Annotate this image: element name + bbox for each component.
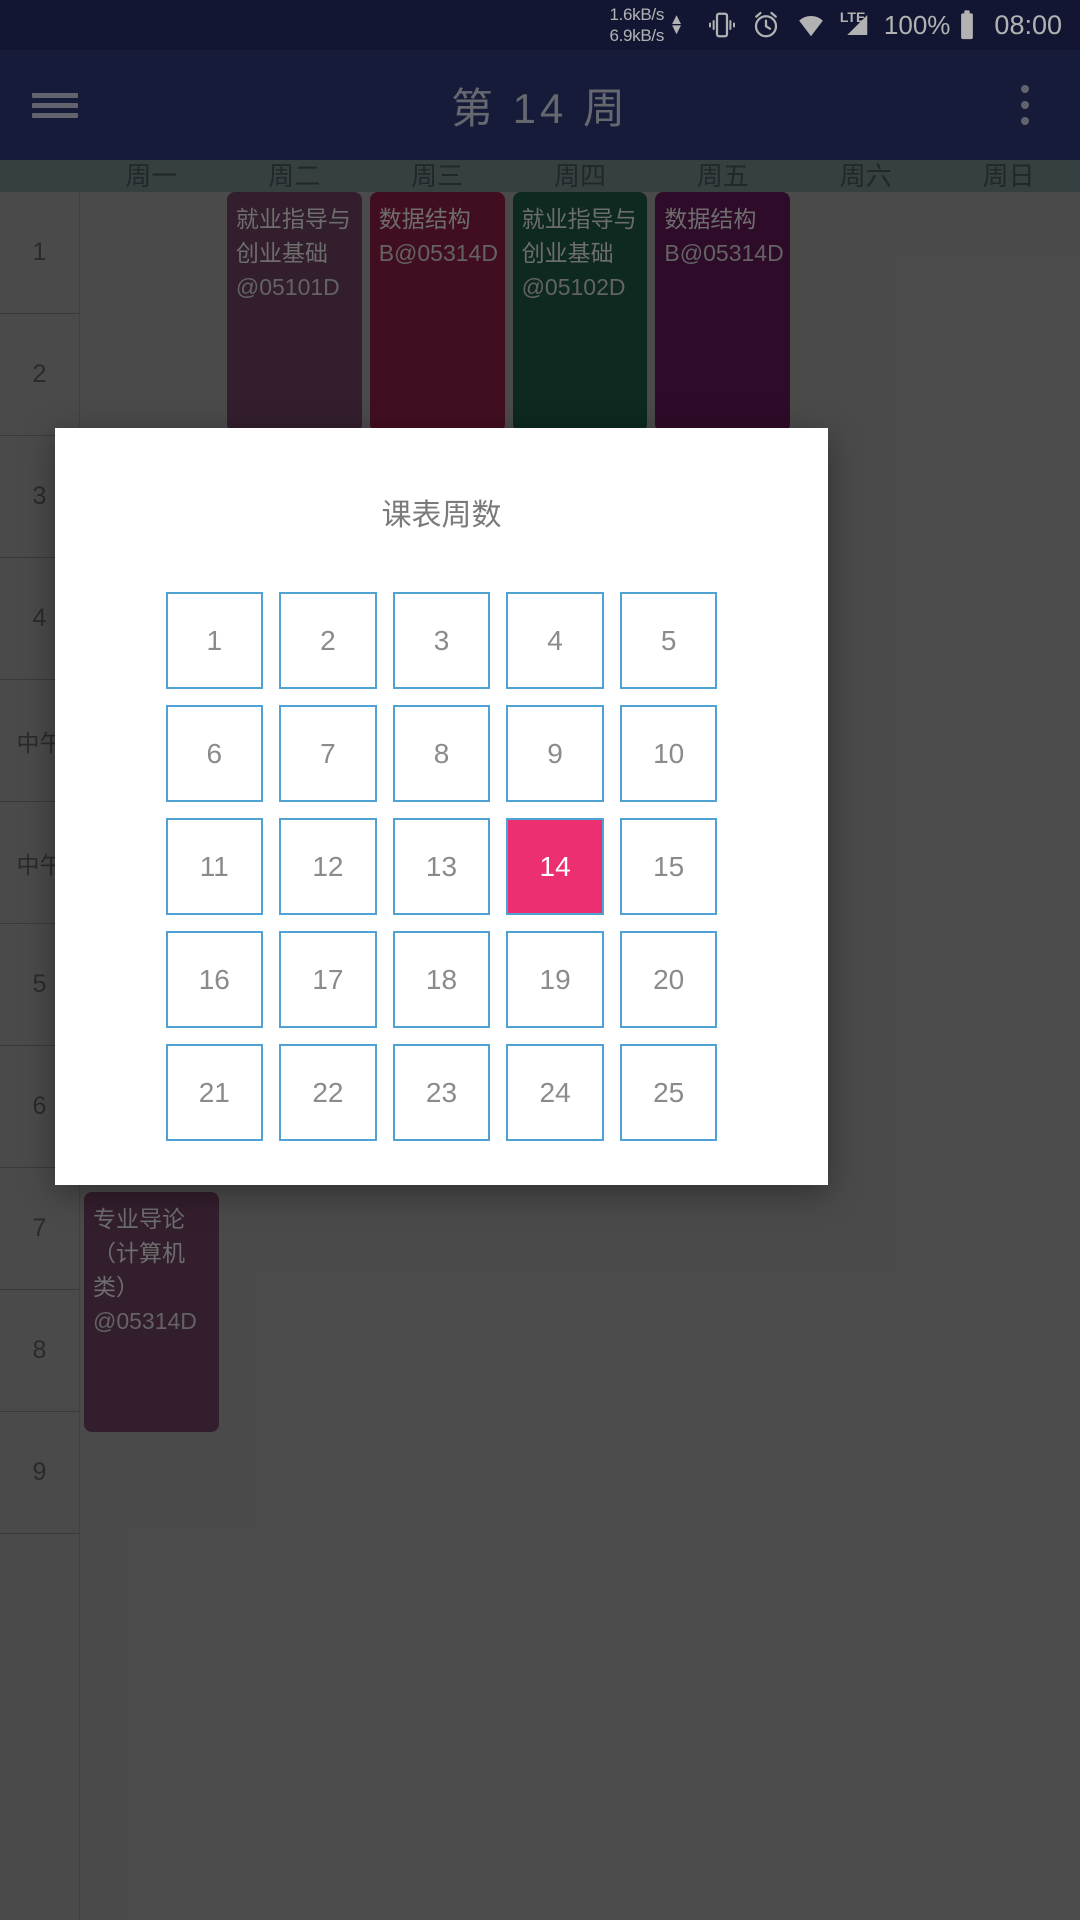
week-cell-15[interactable]: 15	[619, 818, 718, 915]
week-cell-1[interactable]: 1	[165, 592, 264, 689]
week-grid: 1 2 3 4 5 6 7 8 9 10 11 12 13 14 15 16 17 18 19 20 21 22 23 24 2…	[165, 592, 718, 1141]
week-cell-19[interactable]: 19	[506, 931, 604, 1028]
week-cell-14[interactable]: 14	[506, 818, 604, 915]
week-picker-dialog: 课表周数 1 2 3 4 5 6 7 8 9 10 11 12 13 14 15 16 17 18 19 20 21 22…	[55, 428, 828, 1185]
app-root: 1.6kB/s 6.9kB/s ▲ ▼ LTE 100% 08:00 第 14 …	[0, 0, 1080, 1920]
week-cell-16[interactable]: 16	[165, 931, 264, 1028]
week-cell-25[interactable]: 25	[619, 1044, 718, 1141]
week-cell-8[interactable]: 8	[392, 705, 491, 802]
week-cell-20[interactable]: 20	[619, 931, 718, 1028]
week-cell-21[interactable]: 21	[165, 1044, 264, 1141]
week-cell-17[interactable]: 17	[279, 931, 377, 1028]
week-cell-22[interactable]: 22	[279, 1044, 377, 1141]
week-cell-6[interactable]: 6	[165, 705, 264, 802]
week-cell-9[interactable]: 9	[506, 705, 604, 802]
week-cell-18[interactable]: 18	[392, 931, 491, 1028]
week-cell-10[interactable]: 10	[619, 705, 718, 802]
week-cell-24[interactable]: 24	[506, 1044, 604, 1141]
week-cell-11[interactable]: 11	[165, 818, 264, 915]
week-cell-7[interactable]: 7	[279, 705, 377, 802]
week-cell-2[interactable]: 2	[279, 592, 377, 689]
week-cell-12[interactable]: 12	[279, 818, 377, 915]
dialog-title: 课表周数	[381, 499, 502, 532]
week-cell-23[interactable]: 23	[392, 1044, 491, 1141]
week-cell-5[interactable]: 5	[619, 592, 718, 689]
week-cell-3[interactable]: 3	[392, 592, 491, 689]
week-cell-4[interactable]: 4	[506, 592, 604, 689]
week-cell-13[interactable]: 13	[392, 818, 491, 915]
